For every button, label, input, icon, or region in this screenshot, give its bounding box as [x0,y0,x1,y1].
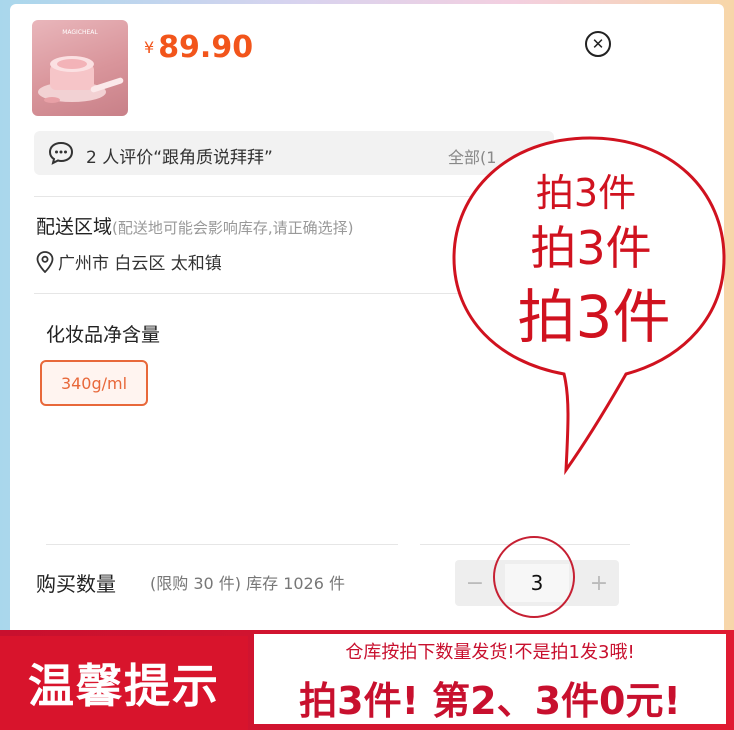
bubble-line-2: 拍3件 [530,221,652,275]
quantity-title: 购买数量 [36,572,116,596]
product-price: ¥89.90 [144,30,253,65]
spec-section-title: 化妆品净含量 [46,324,161,346]
delivery-title: 配送区域 [36,216,113,238]
product-thumbnail[interactable]: MAGICHEAL [32,20,128,116]
footer-notice-badge: 温馨提示 [0,636,248,730]
review-text: 2 人评价“跟角质说拜拜” [86,148,273,168]
divider [46,544,398,545]
svg-text:MAGICHEAL: MAGICHEAL [62,29,98,36]
footer-notice-line-1: 仓库按拍下数量发货!不是拍1发3哦! [345,642,635,663]
decrement-button[interactable]: − [455,560,495,606]
delivery-address[interactable]: 广州市 白云区 太和镇 [36,249,222,274]
delivery-section-title: 配送区域(配送地可能会影响库存,请正确选择) [36,212,354,239]
delivery-note: (配送地可能会影响库存,请正确选择) [112,219,354,237]
location-pin-icon [36,250,54,273]
currency-symbol: ¥ [144,38,155,57]
spec-option-chip[interactable]: 340g/ml [40,360,148,406]
product-jar-image: MAGICHEAL [38,29,124,103]
quantity-highlight-circle [493,536,575,618]
address-text: 广州市 白云区 太和镇 [58,254,222,274]
quantity-limit-note: (限购 30 件) 库存 1026 件 [150,574,345,593]
footer-notice-line-2: 拍3件! 第2、3件0元! [299,679,681,723]
increment-button[interactable]: + [579,560,619,606]
comment-icon [48,141,74,165]
price-value: 89.90 [158,30,254,65]
bubble-line-1: 拍3件 [535,171,637,215]
close-icon[interactable]: ✕ [585,31,611,57]
bubble-line-3: 拍3件 [517,283,671,351]
